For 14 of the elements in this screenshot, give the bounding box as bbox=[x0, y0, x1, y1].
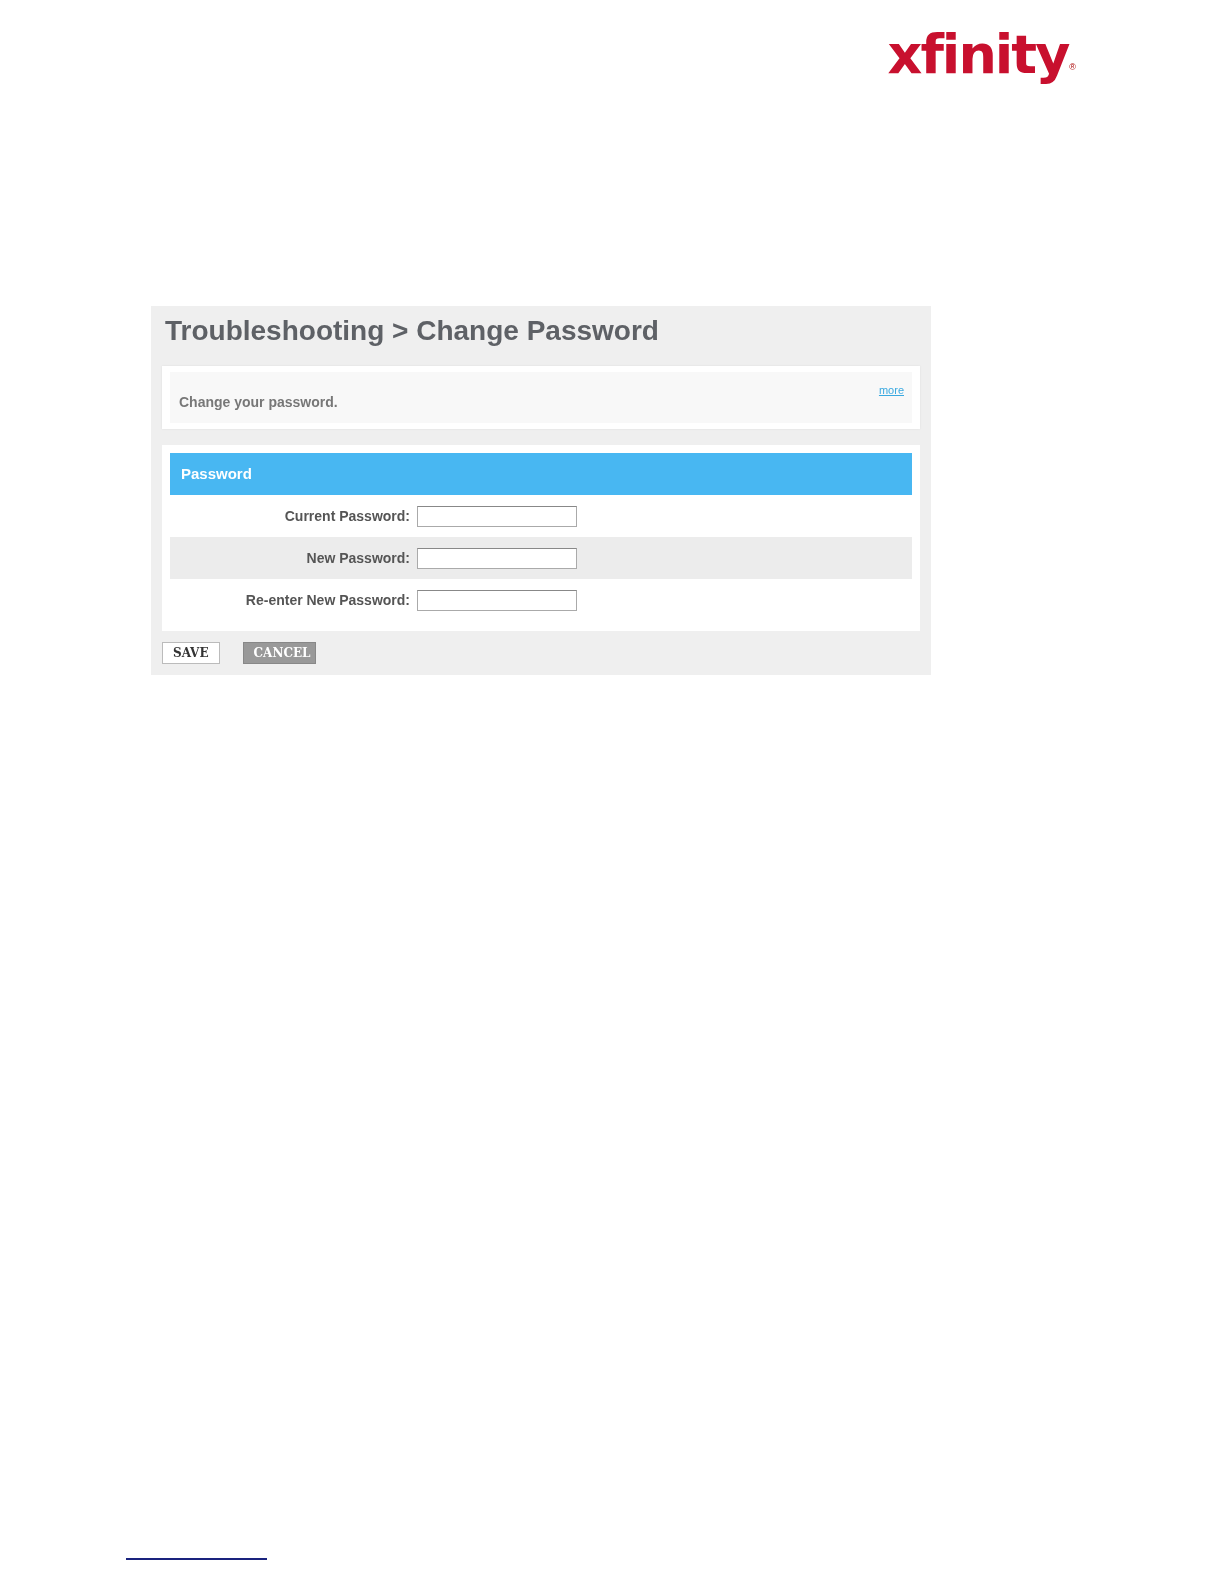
save-button[interactable]: SAVE bbox=[162, 642, 220, 665]
logo: xfinity bbox=[887, 28, 1069, 82]
password-field[interactable] bbox=[417, 547, 577, 569]
cancel-button[interactable]: CANCEL bbox=[242, 642, 316, 665]
page-title: Troubleshooting > Change Password bbox=[165, 314, 660, 348]
password-field[interactable] bbox=[417, 589, 577, 611]
description-text: Change your password. bbox=[179, 392, 338, 412]
field-label: Current Password: bbox=[283, 506, 411, 526]
more-link[interactable]: more bbox=[878, 381, 904, 399]
registered-mark: ® bbox=[1069, 60, 1076, 74]
field-label: New Password: bbox=[305, 548, 411, 568]
section-header: Password bbox=[170, 452, 912, 496]
field-label: Re-enter New Password: bbox=[244, 590, 411, 610]
password-field[interactable] bbox=[417, 505, 577, 527]
